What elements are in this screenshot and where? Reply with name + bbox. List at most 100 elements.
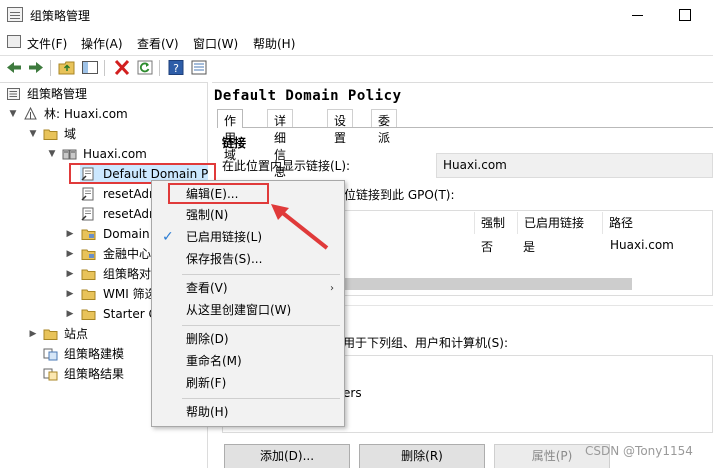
chevron-right-icon[interactable]: ▶ [65, 304, 75, 324]
chevron-right-icon[interactable]: ▶ [65, 244, 75, 264]
system-menu-icon[interactable] [7, 35, 21, 48]
tree-label: 组策略结果 [64, 367, 125, 381]
sites-icon [43, 327, 58, 341]
window-title: 组策略管理 [30, 9, 91, 23]
maximize-button[interactable] [670, 5, 700, 25]
tree-item-domains[interactable]: ▼ 域 [28, 124, 208, 144]
tree-label: 林: Huaxi.com [44, 107, 128, 121]
column-header-enforced[interactable]: 强制 [474, 212, 519, 234]
tree-label: 组策略管理 [27, 87, 88, 101]
toolbar-separator [50, 60, 51, 76]
toolbar: ? [0, 55, 713, 79]
chevron-down-icon[interactable]: ▼ [8, 104, 18, 124]
menu-help[interactable]: 帮助(H) [253, 35, 295, 52]
folder-icon [81, 267, 96, 281]
menu-item-delete[interactable]: 删除(D) [152, 329, 344, 350]
location-dropdown[interactable]: Huaxi.com [436, 153, 713, 178]
column-header-link-enabled[interactable]: 已启用链接 [517, 212, 607, 234]
tree-label: 域 [64, 127, 77, 141]
toolbar-separator [104, 60, 105, 76]
ou-icon [81, 247, 96, 261]
tab-settings[interactable]: 设置 [327, 109, 354, 145]
tree-item-forest[interactable]: ▼ 林: Huaxi.com [8, 104, 208, 124]
cell-path: Huaxi.com [610, 238, 674, 252]
up-folder-icon[interactable] [58, 59, 76, 76]
horizontal-scrollbar[interactable] [342, 278, 632, 290]
tree-label: 金融中心 [103, 247, 152, 261]
tree-item-huaxi[interactable]: ▼ Huaxi.com [47, 144, 207, 164]
menu-item-view[interactable]: 查看(V) › [152, 278, 344, 299]
annotation-edit-highlight [168, 183, 269, 204]
results-icon [43, 367, 58, 381]
app-icon [7, 7, 23, 22]
watermark: CSDN @Tony1154 [585, 444, 693, 458]
tab-delegation[interactable]: 委派 [371, 109, 398, 145]
tree-item-gpm[interactable]: 组策略管理 [5, 84, 205, 104]
menu-file[interactable]: 文件(F) [27, 35, 67, 52]
tree-label: WMI 筛选 [103, 287, 157, 301]
folder-icon [43, 127, 58, 141]
domain-icon [62, 147, 77, 161]
refresh-icon[interactable] [136, 59, 154, 76]
tree-label: 组策略对 [103, 267, 152, 281]
tab-details[interactable]: 详细信息 [267, 109, 294, 179]
forward-icon[interactable] [27, 59, 45, 76]
gpo-link-icon [81, 207, 96, 221]
list-item[interactable]: ers [343, 386, 362, 400]
toolbar-separator [159, 60, 160, 76]
gpo-link-icon [81, 187, 96, 201]
menu-item-help[interactable]: 帮助(H) [152, 402, 344, 423]
back-icon[interactable] [5, 59, 23, 76]
delete-icon[interactable] [113, 59, 131, 76]
policy-title: Default Domain Policy [214, 88, 402, 104]
annotation-arrow-icon [271, 204, 329, 250]
tree-label: resetAdr [103, 187, 154, 201]
column-header-path[interactable]: 路径 [602, 212, 713, 234]
remove-button[interactable]: 删除(R) [359, 444, 485, 468]
tree-label: 组策略建模 [64, 347, 125, 361]
tab-divider [217, 127, 713, 128]
checkmark-icon: ✓ [162, 229, 174, 245]
tree-label: Huaxi.com [83, 147, 147, 161]
menu-separator [182, 325, 340, 326]
menu-action[interactable]: 操作(A) [81, 35, 123, 52]
folder-icon [81, 307, 96, 321]
menu-item-new-window[interactable]: 从这里创建窗口(W) [152, 300, 344, 321]
menu-window[interactable]: 窗口(W) [193, 35, 238, 52]
chevron-right-icon[interactable]: ▶ [65, 284, 75, 304]
menu-view[interactable]: 查看(V) [137, 35, 179, 52]
help-icon[interactable]: ? [167, 59, 185, 76]
title-bar: 组策略管理 [0, 0, 713, 30]
modeling-icon [43, 347, 58, 361]
cell-link-enabled: 是 [523, 240, 536, 254]
chevron-right-icon[interactable]: ▶ [65, 224, 75, 244]
menu-item-refresh[interactable]: 刷新(F) [152, 373, 344, 394]
menu-separator [182, 398, 340, 399]
show-hide-tree-icon[interactable] [81, 59, 99, 76]
chevron-right-icon[interactable]: ▶ [28, 324, 38, 344]
gpm-icon [6, 87, 21, 101]
minimize-button[interactable] [623, 5, 653, 25]
tree-label: 站点 [64, 327, 89, 341]
add-button[interactable]: 添加(D)... [224, 444, 350, 468]
ou-icon [81, 227, 96, 241]
gpm-window: 组策略管理 文件(F) 操作(A) 查看(V) 窗口(W) 帮助(H) ? 组策… [0, 0, 713, 468]
forest-icon [23, 107, 38, 121]
tree-label: Domain [103, 227, 150, 241]
tree-label: resetAdr [103, 207, 154, 221]
menu-separator [182, 274, 340, 275]
folder-icon [81, 287, 96, 301]
menu-bar: 文件(F) 操作(A) 查看(V) 窗口(W) 帮助(H) [0, 31, 713, 53]
location-label: 在此位置内显示链接(L): [222, 159, 351, 173]
chevron-down-icon[interactable]: ▼ [28, 124, 38, 144]
security-filter-label: 用于下列组、用户和计算机(S): [343, 336, 509, 350]
chevron-right-icon[interactable]: ▶ [65, 264, 75, 284]
menu-item-rename[interactable]: 重命名(M) [152, 351, 344, 372]
tree-label: Starter G [103, 307, 158, 321]
tab-scope[interactable]: 作用域 [217, 109, 244, 162]
svg-text:?: ? [173, 62, 179, 75]
properties-icon[interactable] [190, 59, 208, 76]
links-label: 位链接到此 GPO(T): [344, 188, 455, 202]
cell-enforced: 否 [481, 240, 494, 254]
chevron-down-icon[interactable]: ▼ [47, 144, 57, 164]
